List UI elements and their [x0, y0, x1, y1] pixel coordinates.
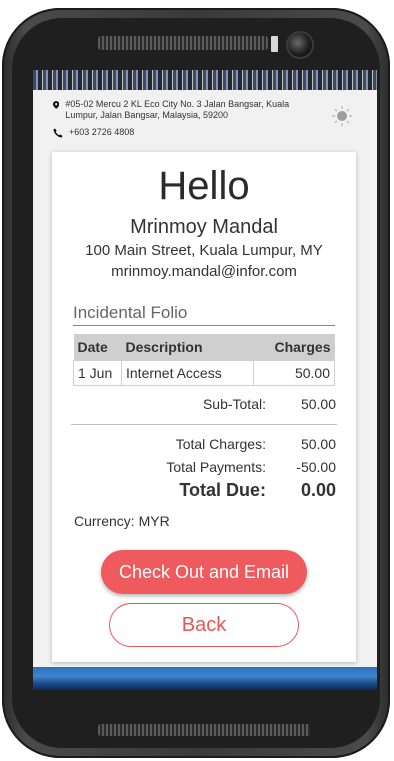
total-charges-value: 50.00 — [300, 436, 336, 452]
front-camera — [286, 31, 314, 59]
row-date: 1 Jun — [73, 360, 122, 386]
guest-name: Mrinmoy Mandal — [130, 216, 278, 238]
row-description: Internet Access — [120, 360, 255, 386]
greeting-heading: Hello — [158, 164, 250, 208]
total-due-row: Total Due: 0.00 — [71, 480, 336, 501]
guest-email: mrinmoy.mandal@infor.com — [111, 263, 297, 280]
map-pin-icon — [53, 101, 60, 109]
table-row: 1 Jun Internet Access 50.00 — [73, 360, 335, 386]
subtotal-row: Sub-Total: 50.00 — [71, 396, 336, 412]
summary-divider — [71, 424, 337, 425]
currency-label: Currency: MYR — [74, 513, 170, 529]
hotel-address: #05-02 Mercu 2 KL Eco City No. 3 Jalan B… — [65, 99, 290, 120]
bottom-speaker-grille — [98, 724, 310, 736]
app-screen: #05-02 Mercu 2 KL Eco City No. 3 Jalan B… — [33, 70, 377, 690]
hotel-phone: +603 2726 4808 — [69, 127, 135, 137]
hotel-phone-row: +603 2726 4808 — [53, 127, 134, 138]
folio-header-row: Date Description Charges — [73, 334, 335, 361]
subtotal-label: Sub-Total: — [202, 396, 266, 412]
sun-cloud-icon — [332, 106, 352, 126]
total-payments-label: Total Payments: — [166, 459, 266, 475]
hotel-address-row: #05-02 Mercu 2 KL Eco City No. 3 Jalan B… — [53, 99, 313, 121]
subtotal-value: 50.00 — [300, 396, 336, 412]
column-header-date: Date — [73, 334, 122, 361]
folio-title: Incidental Folio — [73, 303, 335, 326]
folio-card: Hello Mrinmoy Mandal 100 Main Street, Ku… — [52, 152, 356, 662]
total-charges-label: Total Charges: — [175, 436, 266, 452]
total-payments-row: Total Payments: -50.00 — [71, 459, 336, 475]
phone-icon — [53, 128, 63, 137]
total-charges-row: Total Charges: 50.00 — [71, 436, 336, 452]
header-background-image — [33, 70, 377, 90]
column-header-charges: Charges — [253, 334, 335, 361]
column-header-description: Description — [121, 334, 254, 361]
back-button[interactable]: Back — [109, 603, 299, 647]
total-payments-value: -50.00 — [296, 459, 336, 475]
proximity-sensor — [271, 36, 278, 52]
folio-table: Date Description Charges 1 Jun Internet … — [73, 334, 335, 386]
footer-background-image — [33, 667, 377, 690]
total-due-label: Total Due: — [179, 480, 266, 500]
guest-address: 100 Main Street, Kuala Lumpur, MY — [85, 242, 323, 259]
top-speaker-grille — [98, 36, 268, 50]
check-out-and-email-button[interactable]: Check Out and Email — [101, 550, 307, 594]
total-due-value: 0.00 — [300, 480, 336, 500]
row-charges: 50.00 — [253, 360, 335, 386]
